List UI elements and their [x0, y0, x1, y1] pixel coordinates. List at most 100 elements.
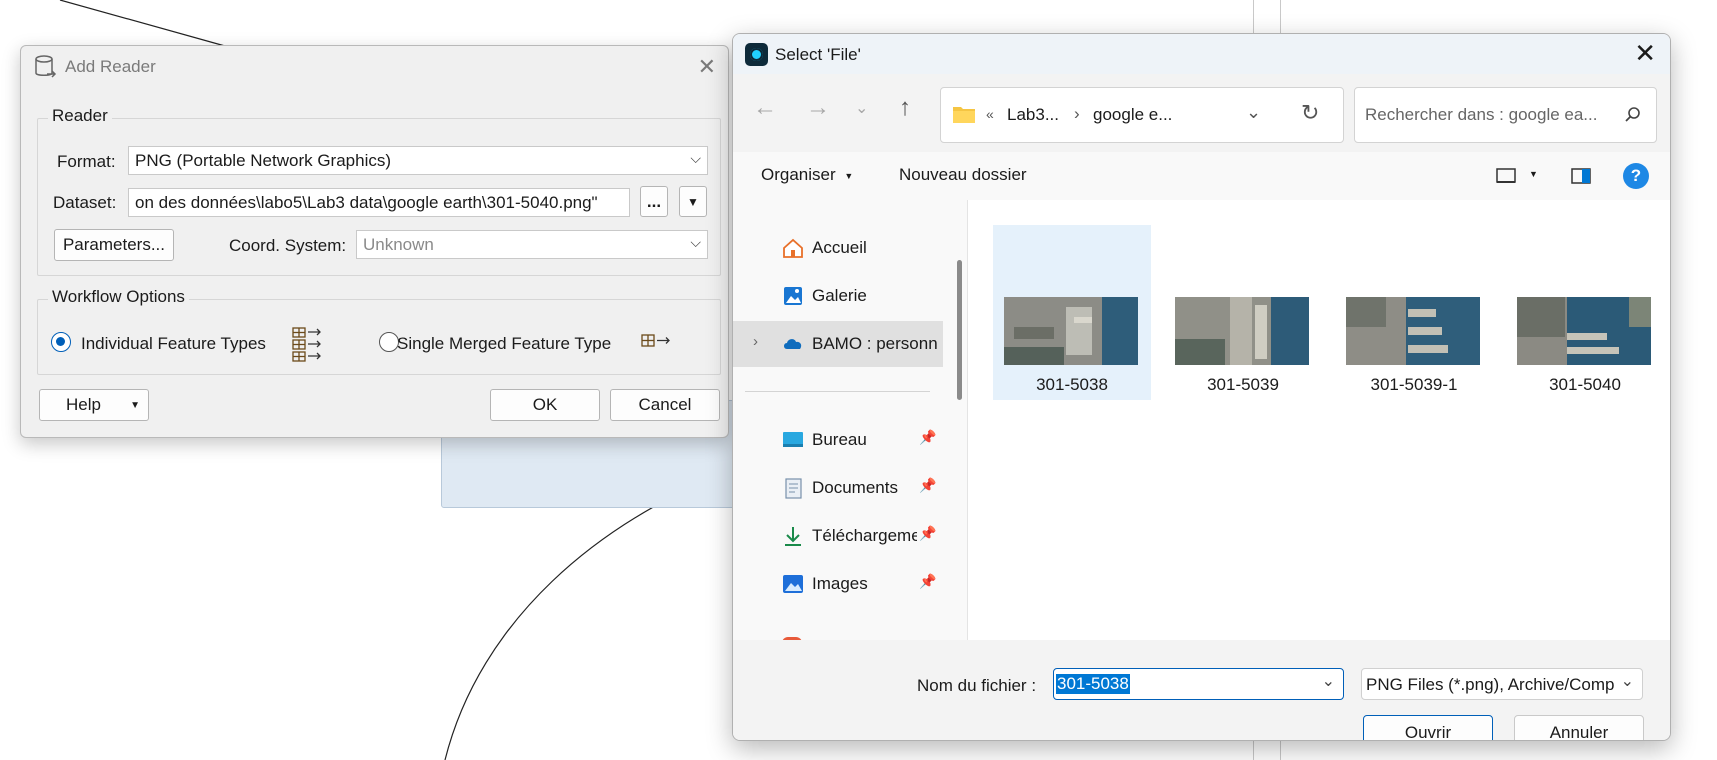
chevron-down-icon[interactable]: ⌄ — [1322, 671, 1335, 691]
caret-down-icon: ▼ — [687, 194, 699, 209]
file-thumbnail — [1175, 297, 1309, 365]
breadcrumb-overflow[interactable]: « — [986, 106, 994, 122]
radio-individual-feature-types[interactable] — [51, 332, 71, 352]
scrollbar-thumb[interactable] — [957, 260, 962, 400]
nav-item-label: BAMO : personn — [812, 334, 938, 353]
caret-down-icon: ▼ — [844, 170, 854, 181]
download-icon — [785, 527, 801, 546]
help-label: Help — [66, 395, 101, 414]
help-icon[interactable]: ? — [1623, 163, 1649, 189]
organize-button[interactable]: Organiser ▼ — [761, 165, 853, 185]
browse-button[interactable]: ... — [640, 186, 668, 217]
command-bar: Organiser ▼ Nouveau dossier ▼ ? — [733, 152, 1670, 200]
view-icon[interactable] — [1495, 167, 1517, 185]
ok-button[interactable]: OK — [490, 389, 600, 421]
dialog-title: Add Reader — [65, 57, 156, 76]
coord-system-select[interactable]: Unknown ⌵ — [356, 230, 708, 259]
database-icon — [35, 55, 57, 78]
chevron-down-icon: ⌄ — [1620, 673, 1634, 690]
cancel-button[interactable]: Annuler — [1514, 715, 1644, 740]
file-item[interactable]: 301-5038 — [993, 225, 1151, 400]
dataset-value: on des données\labo5\Lab3 data\google ea… — [135, 193, 598, 212]
recent-locations-chevron-icon[interactable]: ⌄ — [855, 98, 868, 118]
single-table-icon — [641, 334, 670, 347]
breadcrumb-item[interactable]: Lab3... — [1007, 105, 1059, 125]
chevron-down-icon: ⌵ — [690, 150, 701, 166]
parameters-button[interactable]: Parameters... — [54, 229, 174, 261]
filename-label: Nom du fichier : — [917, 676, 1037, 695]
chevron-down-icon[interactable]: ⌄ — [1246, 102, 1261, 123]
search-input[interactable]: Rechercher dans : google ea... — [1354, 87, 1657, 143]
pin-icon[interactable]: 📌 — [919, 525, 936, 542]
documents-icon — [785, 478, 802, 499]
preview-pane-icon[interactable] — [1570, 167, 1592, 185]
select-file-dialog: Select 'File' ✕ ← → ⌄ ↑ « Lab3... › goog… — [732, 33, 1671, 741]
file-name: 301-5038 — [1036, 375, 1108, 394]
breadcrumb-item[interactable]: google e... — [1093, 105, 1172, 125]
nav-item-documents[interactable]: Documents 📌 — [733, 465, 943, 511]
gallery-icon — [784, 287, 802, 305]
file-item[interactable]: 301-5040 — [1506, 225, 1664, 400]
dialog-title: Select 'File' — [775, 45, 861, 64]
close-icon[interactable]: ✕ — [1634, 38, 1656, 69]
format-label: Format: — [57, 152, 116, 171]
filename-input[interactable]: 301-5038 ⌄ — [1053, 668, 1344, 700]
nav-scrollbar[interactable] — [953, 200, 967, 640]
radio-single-merged-feature-type[interactable] — [379, 332, 399, 352]
file-name: 301-5039-1 — [1370, 375, 1458, 394]
dialog-titlebar[interactable]: Add Reader ✕ — [21, 46, 728, 86]
help-button[interactable]: Help ▼ — [39, 389, 149, 421]
nav-item-bamo[interactable]: › BAMO : personn — [733, 321, 943, 367]
cancel-button[interactable]: Cancel — [610, 389, 720, 421]
nav-item-telechargements[interactable]: Téléchargeme 📌 — [733, 513, 943, 559]
format-value: PNG (Portable Network Graphics) — [135, 151, 392, 170]
file-item[interactable]: 301-5039-1 — [1335, 225, 1493, 400]
nav-item-galerie[interactable]: Galerie — [733, 273, 943, 319]
nav-item-images[interactable]: Images 📌 — [733, 561, 943, 607]
pin-icon[interactable]: 📌 — [919, 429, 936, 446]
images-icon — [783, 575, 803, 593]
option-individual-label: Individual Feature Types — [81, 334, 266, 353]
search-icon — [1625, 107, 1640, 122]
forward-arrow-icon[interactable]: → — [806, 94, 830, 122]
nav-item-label: Bureau — [812, 430, 867, 449]
dataset-label: Dataset: — [53, 193, 117, 212]
address-bar[interactable]: « Lab3... › google e... ⌄ ↻ — [940, 87, 1344, 143]
up-arrow-icon[interactable]: ↑ — [899, 94, 911, 122]
filename-value: 301-5038 — [1056, 674, 1130, 694]
new-folder-button[interactable]: Nouveau dossier — [899, 165, 1027, 185]
caret-down-icon: ▼ — [130, 400, 140, 411]
desktop-icon — [783, 432, 803, 447]
dataset-menu-button[interactable]: ▼ — [679, 186, 707, 217]
search-placeholder: Rechercher dans : google ea... — [1365, 105, 1598, 124]
app-icon — [745, 43, 768, 66]
file-thumbnail — [1004, 297, 1138, 365]
file-list: 301-5038 301-5039 301-5039-1 301-5040 — [967, 200, 1670, 640]
close-icon[interactable]: ✕ — [698, 54, 716, 80]
group-label: Workflow Options — [48, 287, 189, 307]
expand-chevron-icon[interactable]: › — [753, 333, 758, 350]
file-name: 301-5040 — [1549, 375, 1621, 394]
option-merged-label: Single Merged Feature Type — [397, 334, 612, 353]
nav-item-label: Documents — [812, 478, 898, 497]
dialog-titlebar[interactable]: Select 'File' ✕ — [733, 34, 1670, 74]
file-item[interactable]: 301-5039 — [1164, 225, 1322, 400]
back-arrow-icon[interactable]: ← — [753, 94, 777, 122]
cloud-icon — [784, 339, 802, 349]
dataset-input[interactable]: on des données\labo5\Lab3 data\google ea… — [128, 188, 630, 217]
pin-icon[interactable]: 📌 — [919, 477, 936, 494]
caret-down-icon[interactable]: ▼ — [1529, 169, 1538, 179]
nav-item-accueil[interactable]: Accueil — [733, 225, 943, 271]
filetype-select[interactable]: PNG Files (*.png), Archive/Comp ⌄ — [1361, 668, 1643, 700]
coord-system-label: Coord. System: — [229, 236, 347, 255]
format-select[interactable]: PNG (Portable Network Graphics) ⌵ — [128, 146, 708, 175]
open-button[interactable]: Ouvrir — [1363, 715, 1493, 740]
dialog-footer: Nom du fichier : 301-5038 ⌄ PNG Files (*… — [733, 640, 1670, 740]
refresh-icon[interactable]: ↻ — [1301, 100, 1319, 126]
nav-item-label: Galerie — [812, 286, 867, 305]
nav-item-label: Images — [812, 574, 868, 593]
chevron-right-icon: › — [1074, 104, 1080, 123]
nav-item-bureau[interactable]: Bureau 📌 — [733, 417, 943, 463]
pin-icon[interactable]: 📌 — [919, 573, 936, 590]
file-thumbnail — [1346, 297, 1480, 365]
